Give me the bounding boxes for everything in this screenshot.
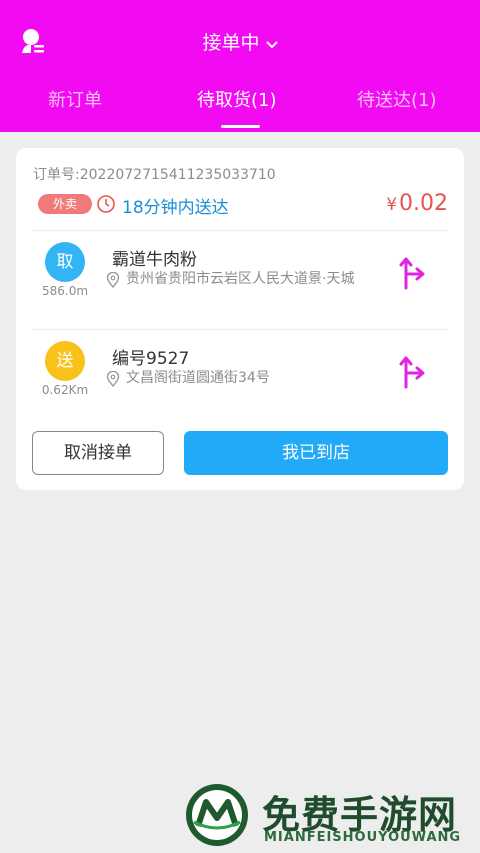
active-tab-indicator: [221, 125, 260, 128]
status-title-dropdown[interactable]: 接单中: [0, 28, 480, 55]
app-header: 接单中 新订单 待取货(1) 待送达(1): [0, 0, 480, 132]
chevron-down-icon: [265, 33, 278, 55]
delivery-circle: 送: [45, 341, 85, 381]
site-watermark: 免费手游网 MIANFEISHOUYOUWANG: [184, 782, 474, 852]
watermark-logo: [184, 782, 250, 848]
arrived-at-store-button[interactable]: 我已到店: [184, 431, 448, 475]
watermark-subtitle: MIANFEISHOUYOUWANG: [264, 830, 462, 845]
delivery-recipient-name: 编号9527: [112, 349, 190, 369]
order-type-badge: 外卖: [38, 194, 92, 214]
order-card: 订单号:2022072715411235033710 外卖 18分钟内送达 ¥0…: [16, 148, 464, 490]
pickup-store-name: 霸道牛肉粉: [112, 250, 197, 270]
tab-new-orders[interactable]: 新订单: [48, 86, 102, 112]
divider: [32, 329, 448, 330]
pickup-circle: 取: [45, 242, 85, 282]
clock-icon: [96, 194, 116, 214]
cancel-order-button[interactable]: 取消接单: [32, 431, 164, 475]
tab-pending-delivery[interactable]: 待送达(1): [357, 86, 437, 112]
navigate-to-delivery-icon[interactable]: [398, 353, 430, 389]
delivery-eta: 18分钟内送达: [122, 198, 229, 218]
status-title: 接单中: [202, 32, 260, 54]
location-pin-icon: [106, 370, 120, 388]
delivery-distance: 0.62Km: [41, 383, 89, 397]
tab-pending-pickup[interactable]: 待取货(1): [197, 86, 277, 112]
navigate-to-pickup-icon[interactable]: [398, 254, 430, 290]
delivery-address: 文昌阁街道圆通街34号: [126, 370, 270, 386]
pickup-distance: 586.0m: [41, 284, 89, 298]
pickup-address: 贵州省贵阳市云岩区人民大道景·天城: [126, 271, 355, 287]
location-pin-icon: [106, 271, 120, 289]
order-number: 订单号:2022072715411235033710: [33, 167, 276, 183]
divider: [32, 230, 448, 231]
order-price: ¥0.02: [386, 191, 448, 216]
order-tabs: 新订单 待取货(1) 待送达(1): [0, 82, 480, 132]
